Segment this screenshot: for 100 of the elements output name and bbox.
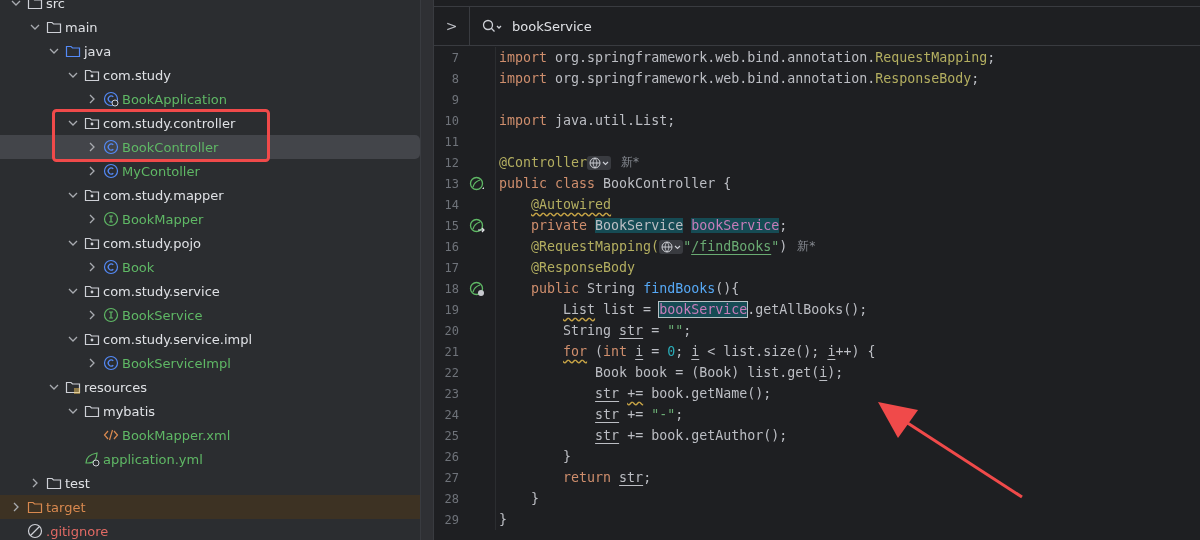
code-text: } — [531, 491, 540, 506]
code-text: str — [595, 428, 620, 443]
code-text: java.util.List; — [555, 113, 676, 128]
tree-item-label: BookController — [122, 139, 219, 155]
tree-item[interactable]: com.study.controller — [0, 111, 420, 135]
code-text: org.springframework.web.bind.annotation. — [555, 71, 876, 86]
tree-item[interactable]: MyContoller — [0, 159, 420, 183]
code-text: book.getName(); — [651, 386, 772, 401]
tree-item[interactable]: com.study.pojo — [0, 231, 420, 255]
tree-item[interactable]: BookMapper — [0, 207, 420, 231]
ignore-icon — [27, 523, 43, 539]
code-text: " — [683, 239, 692, 254]
line-number: 24 — [443, 407, 459, 422]
inlay-hint: 新* — [621, 154, 640, 171]
code-text: Book book = (Book) list.get( — [595, 365, 820, 380]
globe-icon[interactable] — [659, 239, 684, 254]
code-text: += — [627, 386, 644, 401]
tree-item[interactable]: java — [0, 39, 420, 63]
tree-item[interactable]: BookServiceImpl — [0, 351, 420, 375]
tree-item-label: BookApplication — [122, 91, 227, 107]
tree-item-label: mybatis — [103, 403, 156, 419]
code-text: += — [627, 407, 645, 422]
code-text: "" — [667, 323, 684, 338]
code-text: ; — [675, 407, 684, 422]
tree-item[interactable]: com.study.service.impl — [0, 327, 420, 351]
line-number: 11 — [443, 134, 459, 149]
tree-item[interactable]: com.study.mapper — [0, 183, 420, 207]
tree-item[interactable]: mybatis — [0, 399, 420, 423]
breadcrumb-toggle[interactable]: > — [434, 7, 470, 45]
tree-item[interactable]: com.study.service — [0, 279, 420, 303]
line-number: 29 — [443, 512, 459, 527]
code-text: < list.size(); — [707, 344, 820, 359]
code-text: BookService — [595, 218, 684, 233]
tree-item[interactable]: BookMapper.xml — [0, 423, 420, 447]
tree-item[interactable]: .gitignore — [0, 519, 420, 540]
folder-icon — [46, 475, 62, 491]
code-text: private — [531, 218, 588, 233]
line-number: 14 — [443, 197, 459, 212]
bean-icon[interactable] — [469, 175, 485, 192]
line-number: 13 — [443, 176, 459, 191]
bean-icon[interactable] — [469, 217, 485, 234]
code-text: findBooks — [643, 281, 716, 296]
folder-icon — [84, 403, 100, 419]
tree-item[interactable]: Book — [0, 255, 420, 279]
line-number: 9 — [450, 92, 459, 107]
code-text: BookController { — [603, 176, 732, 191]
tree-item-label: com.study — [103, 67, 171, 83]
code-text: import — [499, 113, 548, 128]
package-icon — [84, 283, 100, 299]
line-number: 12 — [443, 155, 459, 170]
code-text: i — [819, 365, 828, 380]
class-icon — [103, 259, 119, 275]
line-number: 18 — [443, 281, 459, 296]
tree-item[interactable]: BookService — [0, 303, 420, 327]
code-text: @RequestMapping( — [531, 239, 660, 254]
tree-item[interactable]: BookController — [0, 135, 420, 159]
code-text: = — [651, 323, 661, 338]
code-text: import — [499, 50, 548, 65]
tree-item[interactable]: resources — [0, 375, 420, 399]
tree-item-label: .gitignore — [46, 523, 109, 539]
code-text: List — [563, 302, 596, 317]
code-text: import — [499, 71, 548, 86]
code-text: ResponseBody — [875, 71, 972, 86]
code-text: RequestMapping — [875, 50, 988, 65]
tree-item[interactable]: application.yml — [0, 447, 420, 471]
tree-item-label: com.study.pojo — [103, 235, 201, 251]
code-text: String — [587, 281, 637, 296]
package-icon — [84, 235, 100, 251]
globe-icon[interactable] — [587, 155, 612, 170]
code-text: (){ — [715, 281, 740, 296]
code-text: str — [619, 323, 644, 338]
search-text[interactable]: bookService — [512, 18, 592, 34]
search-icon[interactable] — [482, 19, 502, 33]
code-text: for — [563, 344, 588, 359]
resources-folder-icon — [65, 379, 81, 395]
tree-item[interactable]: com.study — [0, 63, 420, 87]
tree-item[interactable]: target — [0, 495, 420, 519]
scrollbar[interactable] — [420, 0, 433, 540]
tree-item[interactable]: test — [0, 471, 420, 495]
line-number: 19 — [443, 302, 459, 317]
code-text: str — [595, 407, 620, 422]
line-number: 20 — [443, 323, 459, 338]
tree-item-label: java — [84, 43, 112, 59]
line-number: 21 — [443, 344, 459, 359]
tree-item-label: BookMapper — [122, 211, 204, 227]
leaf-icon — [84, 451, 100, 467]
bean-icon[interactable] — [469, 280, 485, 297]
line-number: 8 — [450, 71, 459, 86]
package-icon — [84, 115, 100, 131]
tree-item[interactable]: main — [0, 15, 420, 39]
code-text: ; — [643, 470, 652, 485]
tree-item[interactable]: src — [0, 0, 420, 15]
class-icon — [103, 139, 119, 155]
code-text: ; — [779, 218, 788, 233]
code-text: str — [595, 386, 620, 401]
code-text: ++) { — [835, 344, 876, 359]
code-text: ; — [971, 71, 980, 86]
code-text: ( — [595, 344, 604, 359]
tree-item[interactable]: BookApplication — [0, 87, 420, 111]
tree-item-label: main — [65, 19, 98, 35]
